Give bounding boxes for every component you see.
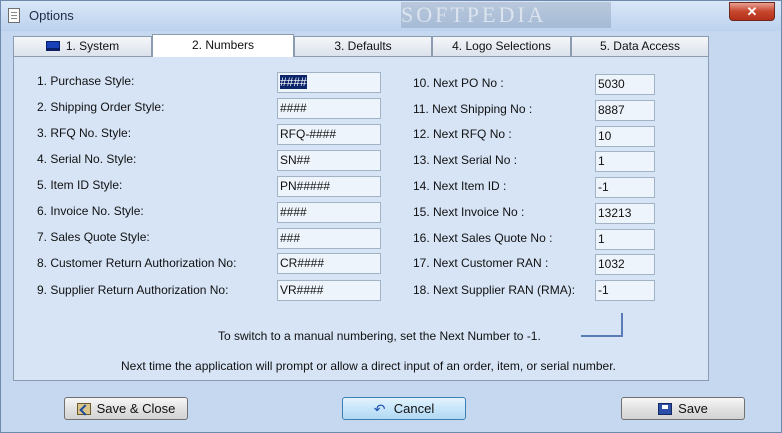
serial-style-label: 4. Serial No. Style:: [37, 152, 137, 166]
save-close-label: Save & Close: [96, 401, 176, 416]
tab-numbers[interactable]: 2. Numbers: [152, 34, 294, 57]
sales-quote-style-label: 7. Sales Quote Style:: [37, 230, 150, 244]
item-id-style-label: 5. Item ID Style:: [37, 178, 123, 192]
save-label: Save: [678, 401, 708, 416]
next-rfq-label: 12. Next RFQ No :: [413, 127, 512, 141]
floppy-disk-icon: [658, 403, 673, 415]
next-invoice-input[interactable]: 13213: [595, 203, 655, 224]
next-customer-ran-input[interactable]: 1032: [595, 254, 655, 275]
invoice-style-label: 6. Invoice No. Style:: [37, 204, 144, 218]
supplier-ra-label: 9. Supplier Return Authorization No:: [37, 283, 229, 297]
purchase-style-label: 1. Purchase Style:: [37, 74, 135, 88]
prompt-note: Next time the application will prompt or…: [121, 359, 616, 373]
softpedia-watermark: SOFTPEDIA: [401, 2, 611, 28]
cancel-label: Cancel: [393, 401, 435, 416]
save-and-close-button[interactable]: Save & Close: [64, 397, 188, 420]
item-id-style-input[interactable]: PN#####: [277, 176, 381, 197]
manual-numbering-note: To switch to a manual numbering, set the…: [218, 329, 541, 343]
next-supplier-ran-input[interactable]: -1: [595, 280, 655, 301]
customer-ra-input[interactable]: CR####: [277, 253, 381, 274]
title-bar[interactable]: Options SOFTPEDIA ✕: [1, 1, 781, 31]
next-item-id-label: 14. Next Item ID :: [413, 179, 507, 193]
purchase-style-value: ####: [280, 75, 307, 89]
save-close-icon: [76, 403, 91, 415]
sales-quote-style-input[interactable]: ###: [277, 228, 381, 249]
next-supplier-ran-label: 18. Next Supplier RAN (RMA):: [413, 283, 576, 297]
computer-icon: [45, 41, 60, 51]
next-sales-quote-input[interactable]: 1: [595, 229, 655, 250]
decorative-bracket: [581, 313, 623, 337]
cancel-button[interactable]: Cancel: [342, 397, 466, 421]
undo-icon: [374, 400, 388, 421]
next-serial-input[interactable]: 1: [595, 151, 655, 172]
tab-label: 4. Logo Selections: [452, 39, 551, 53]
next-po-input[interactable]: 5030: [595, 74, 655, 95]
tab-data-access[interactable]: 5. Data Access: [571, 36, 709, 56]
next-po-label: 10. Next PO No :: [413, 76, 504, 90]
document-icon: [8, 8, 20, 23]
serial-style-input[interactable]: SN##: [277, 150, 381, 171]
next-item-id-input[interactable]: -1: [595, 177, 655, 198]
next-invoice-label: 15. Next Invoice No :: [413, 205, 525, 219]
rfq-style-label: 3. RFQ No. Style:: [37, 126, 132, 140]
options-window: Options SOFTPEDIA ✕ 1. System 2. Numbers…: [0, 0, 782, 433]
close-button[interactable]: ✕: [729, 2, 775, 21]
tab-system[interactable]: 1. System: [13, 36, 152, 56]
shipping-order-style-input[interactable]: ####: [277, 98, 381, 119]
rfq-style-input[interactable]: RFQ-####: [277, 124, 381, 145]
supplier-ra-input[interactable]: VR####: [277, 280, 381, 301]
next-shipping-label: 11. Next Shipping No :: [413, 102, 533, 116]
tab-defaults[interactable]: 3. Defaults: [294, 36, 432, 56]
customer-ra-label: 8. Customer Return Authorization No:: [37, 256, 237, 270]
tab-strip: 1. System 2. Numbers 3. Defaults 4. Logo…: [13, 34, 713, 57]
save-button[interactable]: Save: [621, 397, 745, 420]
window-title: Options: [29, 8, 74, 23]
next-customer-ran-label: 17. Next Customer RAN :: [413, 256, 549, 270]
next-rfq-input[interactable]: 10: [595, 126, 655, 147]
tab-label: 2. Numbers: [191, 38, 255, 52]
shipping-order-style-label: 2. Shipping Order Style:: [37, 100, 165, 114]
tab-logo-selections[interactable]: 4. Logo Selections: [432, 36, 571, 56]
tab-label: 5. Data Access: [599, 39, 681, 53]
next-shipping-input[interactable]: 8887: [595, 100, 655, 121]
tab-label: 3. Defaults: [334, 39, 392, 53]
invoice-style-input[interactable]: ####: [277, 202, 381, 223]
tab-label: 1. System: [65, 39, 120, 53]
next-serial-label: 13. Next Serial No :: [413, 153, 518, 167]
next-sales-quote-label: 16. Next Sales Quote No :: [413, 231, 553, 245]
purchase-style-input[interactable]: ####: [277, 72, 381, 93]
